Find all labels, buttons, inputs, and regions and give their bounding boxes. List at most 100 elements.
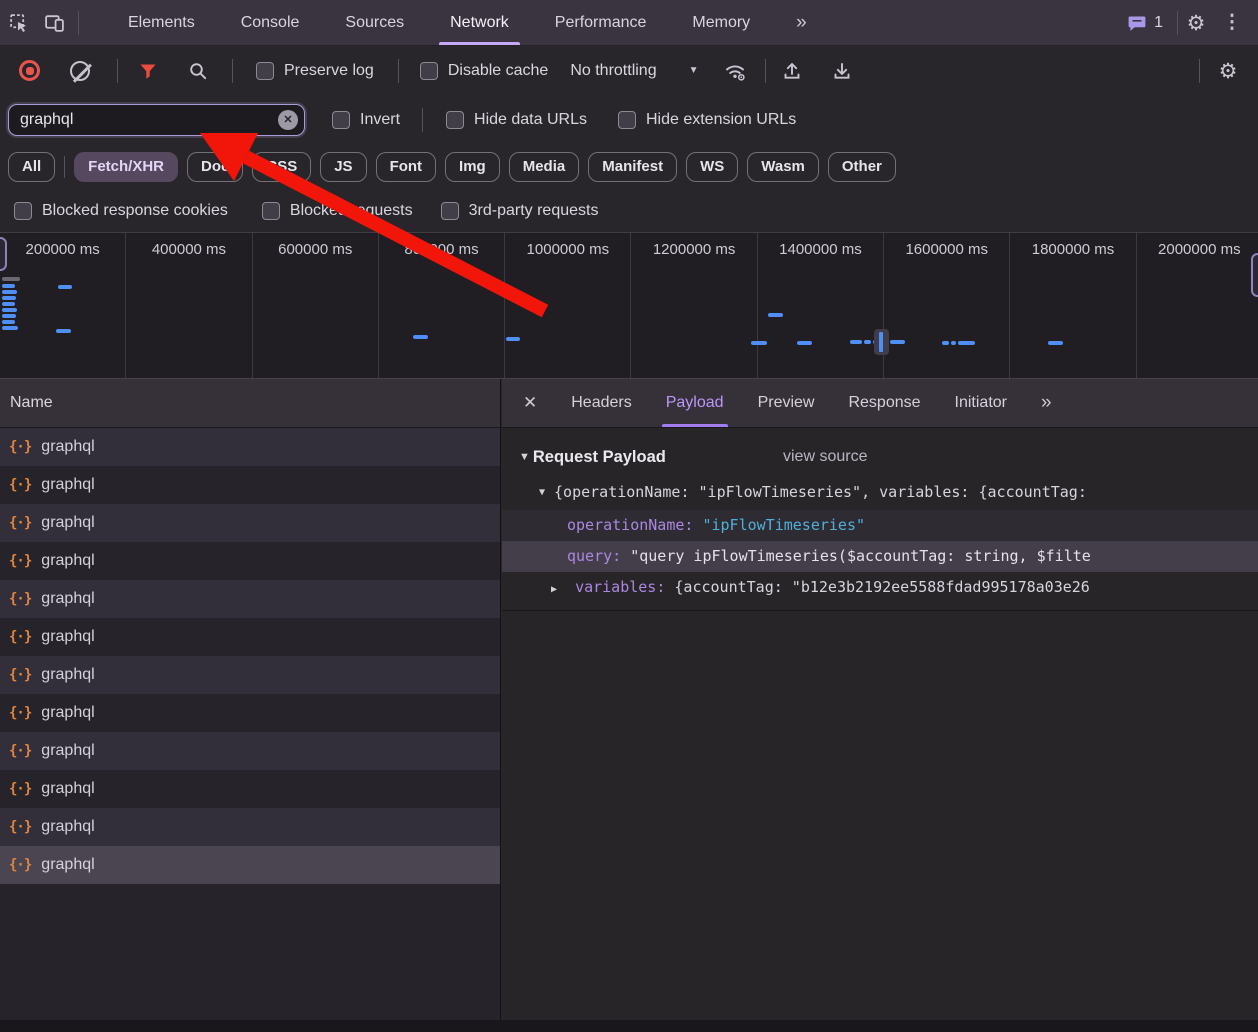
clear-network-log-button[interactable] — [70, 61, 90, 81]
type-filter-doc[interactable]: Doc — [187, 152, 243, 182]
payload-line-query[interactable]: query: "query ipFlowTimeseries($accountT… — [502, 541, 1258, 572]
type-filter-all[interactable]: All — [8, 152, 55, 182]
request-row[interactable]: {·}graphql — [0, 694, 500, 732]
waterfall-bar — [751, 341, 767, 345]
invert-label: Invert — [360, 111, 400, 129]
type-filter-manifest[interactable]: Manifest — [588, 152, 677, 182]
request-row[interactable]: {·}graphql — [0, 580, 500, 618]
waterfall-bar — [951, 341, 956, 345]
import-har-button[interactable] — [774, 53, 810, 89]
fetch-icon: {·} — [9, 819, 31, 835]
json-value: {accountTag: "b12e3b2192ee5588fdad995178… — [674, 578, 1089, 596]
column-header-label: Name — [10, 394, 53, 412]
hide-extension-urls-checkbox[interactable] — [618, 111, 636, 129]
filter-toggle-button[interactable] — [130, 53, 166, 89]
tab-performance[interactable]: Performance — [532, 0, 670, 45]
request-row[interactable]: {·}graphql — [0, 808, 500, 846]
blocked-requests-label: Blocked requests — [290, 202, 413, 220]
pill-label: Font — [390, 158, 422, 175]
tab-payload[interactable]: Payload — [649, 379, 741, 427]
view-source-link[interactable]: view source — [783, 448, 867, 466]
network-conditions-button[interactable] — [717, 53, 753, 89]
inspect-element-button[interactable] — [0, 5, 36, 41]
tab-console[interactable]: Console — [218, 0, 323, 45]
search-button[interactable] — [180, 53, 216, 89]
tab-preview[interactable]: Preview — [741, 379, 832, 427]
issues-button[interactable]: 1 — [1127, 13, 1163, 33]
timeline-scroll-handle[interactable] — [1251, 253, 1258, 297]
hide-data-urls-checkbox[interactable] — [446, 111, 464, 129]
request-row[interactable]: {·}graphql — [0, 770, 500, 808]
record-network-log-button[interactable] — [19, 60, 40, 81]
invert-checkbox[interactable] — [332, 111, 350, 129]
json-value: "ipFlowTimeseries" — [702, 516, 865, 534]
more-detail-tabs-button[interactable]: » — [1024, 379, 1069, 427]
request-payload-section-header[interactable]: ▼ Request Payload view source — [502, 441, 1258, 473]
inspect-cursor-icon — [8, 12, 29, 33]
network-overview-timeline[interactable]: 200000 ms 400000 ms 600000 ms 800000 ms … — [0, 233, 1258, 379]
more-panels-button[interactable]: » — [773, 0, 830, 45]
tab-initiator[interactable]: Initiator — [938, 379, 1024, 427]
blocked-requests-checkbox[interactable] — [262, 202, 280, 220]
tab-label: Elements — [128, 14, 195, 32]
third-party-requests-label: 3rd-party requests — [469, 202, 599, 220]
wifi-gear-icon — [723, 60, 747, 82]
type-filter-media[interactable]: Media — [509, 152, 580, 182]
preserve-log-checkbox[interactable] — [256, 62, 274, 80]
network-settings-button[interactable]: ⚙ — [1210, 53, 1246, 89]
upload-icon — [782, 61, 802, 81]
customize-devtools-button[interactable]: ⋮ — [1214, 5, 1250, 41]
request-row[interactable]: {·}graphql — [0, 542, 500, 580]
type-filter-other[interactable]: Other — [828, 152, 896, 182]
issues-message-icon — [1127, 13, 1147, 33]
name-column-header[interactable]: Name — [0, 379, 500, 428]
payload-summary-row[interactable]: ▼ {operationName: "ipFlowTimeseries", va… — [502, 473, 1258, 510]
payload-line-operation-name[interactable]: operationName: "ipFlowTimeseries" — [502, 510, 1258, 541]
type-filter-js[interactable]: JS — [320, 152, 366, 182]
device-toolbar-button[interactable] — [36, 5, 72, 41]
type-filter-img[interactable]: Img — [445, 152, 500, 182]
throttling-select[interactable]: No throttling ▼ — [570, 62, 698, 80]
disable-cache-checkbox[interactable] — [420, 62, 438, 80]
tab-elements[interactable]: Elements — [105, 0, 218, 45]
type-filter-ws[interactable]: WS — [686, 152, 738, 182]
waterfall-bar — [768, 313, 783, 317]
third-party-requests-checkbox[interactable] — [441, 202, 459, 220]
type-filter-fetch-xhr[interactable]: Fetch/XHR — [74, 152, 178, 182]
payload-line-variables[interactable]: ▶ variables: {accountTag: "b12e3b2192ee5… — [502, 572, 1258, 603]
json-value: "query ipFlowTimeseries($accountTag: str… — [630, 547, 1091, 565]
request-row[interactable]: {·}graphql — [0, 428, 500, 466]
request-row[interactable]: {·}graphql — [0, 504, 500, 542]
waterfall-bar — [2, 296, 16, 300]
settings-button[interactable]: ⚙ — [1178, 5, 1214, 41]
tab-headers[interactable]: Headers — [554, 379, 648, 427]
request-row-selected[interactable]: {·}graphql — [0, 846, 500, 884]
close-details-button[interactable]: ✕ — [523, 393, 537, 413]
timeline-scroll-handle[interactable] — [0, 237, 7, 271]
fetch-icon: {·} — [9, 705, 31, 721]
tab-sources[interactable]: Sources — [322, 0, 427, 45]
fetch-icon: {·} — [9, 515, 31, 531]
tab-response[interactable]: Response — [831, 379, 937, 427]
export-har-button[interactable] — [824, 53, 860, 89]
request-name: graphql — [41, 476, 94, 494]
fetch-icon: {·} — [9, 477, 31, 493]
type-filter-css[interactable]: CSS — [252, 152, 311, 182]
waterfall-bar — [58, 285, 72, 289]
request-row[interactable]: {·}graphql — [0, 618, 500, 656]
tab-network[interactable]: Network — [427, 0, 532, 45]
request-row[interactable]: {·} graphql — [0, 466, 500, 504]
blocked-response-cookies-checkbox[interactable] — [14, 202, 32, 220]
waterfall-bar — [2, 290, 17, 294]
selected-tab-underline — [439, 42, 520, 45]
type-filter-wasm[interactable]: Wasm — [747, 152, 819, 182]
waterfall-bar — [2, 302, 15, 306]
type-filter-font[interactable]: Font — [376, 152, 436, 182]
tab-memory[interactable]: Memory — [669, 0, 773, 45]
json-key: operationName: — [567, 516, 693, 534]
devtools-top-bar: Elements Console Sources Network Perform… — [0, 0, 1258, 46]
request-row[interactable]: {·}graphql — [0, 732, 500, 770]
request-row[interactable]: {·}graphql — [0, 656, 500, 694]
filter-input[interactable] — [8, 104, 305, 136]
clear-filter-button[interactable]: ✕ — [278, 110, 298, 130]
